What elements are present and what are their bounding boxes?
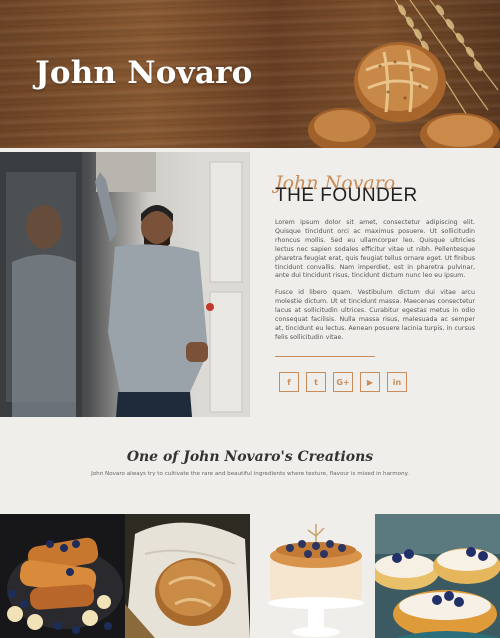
youtube-icon[interactable]: ▶ (360, 372, 380, 392)
founder-photo (0, 152, 250, 417)
google-plus-icon[interactable]: G+ (333, 372, 353, 392)
hero-title: John Novaro (35, 55, 253, 91)
creations-gallery (0, 514, 500, 638)
creations-title: One of John Novaro's Creations (126, 449, 374, 465)
gallery-image-french-toast[interactable] (0, 514, 125, 638)
creations-subtitle: John Novaro always try to cultivate the … (91, 471, 409, 477)
social-links: f t G+ ▶ in (279, 372, 407, 392)
gallery-image-bread[interactable] (125, 514, 250, 638)
founder-heading: THE FOUNDER (275, 185, 418, 206)
founder-paragraph-1: Lorem ipsum dolor sit amet, consectetur … (275, 219, 475, 280)
twitter-icon[interactable]: t (306, 372, 326, 392)
gallery-image-cake[interactable] (250, 514, 375, 638)
facebook-icon[interactable]: f (279, 372, 299, 392)
divider (275, 356, 375, 357)
hero-banner: John Novaro (0, 0, 500, 148)
gallery-image-pastries[interactable] (375, 514, 500, 638)
founder-paragraph-2: Fusce id libero quam. Vestibulum dictum … (275, 289, 475, 341)
linkedin-icon[interactable]: in (387, 372, 407, 392)
